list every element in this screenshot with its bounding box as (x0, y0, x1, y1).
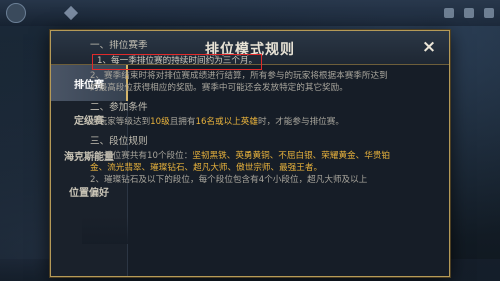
scroll-fade (82, 216, 390, 244)
req-champions: 16名或以上英雄 (195, 117, 259, 127)
tiers-sub-text: 2、璀璨钻石及以下的段位，每个段位包含有4个小段位，超凡大师及以上 (90, 175, 368, 185)
currency-icon (63, 5, 79, 21)
close-button[interactable]: × (419, 37, 439, 57)
req-text-e: 时，才能参与排位赛。 (258, 117, 344, 127)
rules-content: 一、排位赛季 1、每一季排位赛的持续时间约为三个月。 2、赛季结束时将对排位赛成… (82, 40, 390, 240)
tiers-intro: 1、排位赛共有10个段位： (90, 151, 193, 161)
section-title-tiers: 三、段位规则 (90, 136, 148, 147)
mail-icon[interactable] (464, 8, 474, 18)
season-duration-line: 1、每一季排位赛的持续时间约为三个月。 (90, 54, 390, 70)
req-text-a: 当玩家等级达到 (90, 117, 151, 127)
top-icons (444, 8, 494, 18)
season-reward-text: 2、赛季结束时将对排位赛成绩进行结算，所有参与的玩家将根据本赛季所达到的最高段位… (90, 71, 388, 93)
requirements-text: 当玩家等级达到10级且拥有16名或以上英雄时，才能参与排位赛。 (90, 116, 390, 128)
req-text-c: 且拥有 (169, 117, 196, 127)
friends-icon[interactable] (444, 8, 454, 18)
req-level: 10级 (150, 117, 170, 127)
section-title-season: 一、排位赛季 (90, 40, 148, 51)
section-title-requirements: 二、参加条件 (90, 102, 148, 113)
settings-icon[interactable] (484, 8, 494, 18)
highlight-box: 1、每一季排位赛的持续时间约为三个月。 (92, 54, 263, 70)
avatar[interactable] (6, 3, 26, 23)
top-bar (0, 0, 500, 26)
tiers-text: 1、排位赛共有10个段位：坚韧黑铁、英勇黄铜、不屈白银、荣耀黄金、华贵铂金、流光… (90, 150, 390, 174)
